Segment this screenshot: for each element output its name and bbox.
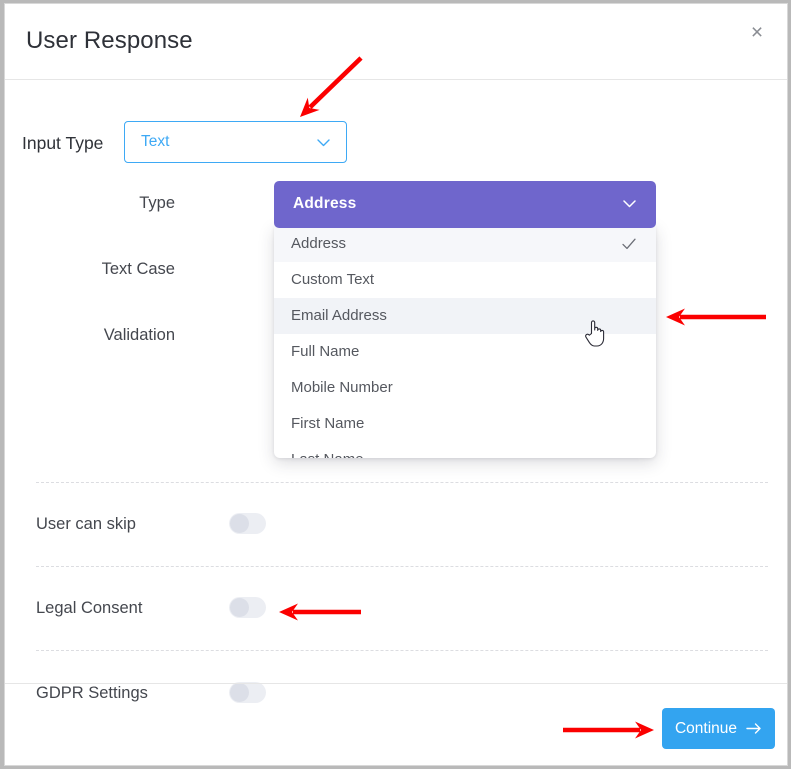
dialog-header: User Response × <box>5 4 787 80</box>
type-select-value: Address <box>293 195 357 212</box>
dropdown-option-label: Address <box>291 235 347 252</box>
dropdown-option[interactable]: Address <box>274 226 656 262</box>
validation-label: Validation <box>103 326 175 344</box>
continue-button[interactable]: Continue <box>662 708 775 749</box>
user-response-dialog: User Response × Input Type Text Type Tex… <box>4 3 788 766</box>
dropdown-option-label: Full Name <box>291 343 360 360</box>
dropdown-option-label: Mobile Number <box>291 379 393 396</box>
page-title: User Response <box>26 27 193 54</box>
type-label: Type <box>139 194 175 212</box>
dropdown-option[interactable]: Last Name <box>274 442 656 458</box>
user-can-skip-label: User can skip <box>36 515 136 533</box>
text-case-label: Text Case <box>101 260 175 278</box>
close-icon[interactable]: × <box>744 19 770 45</box>
divider <box>36 566 768 567</box>
dropdown-option[interactable]: Email Address <box>274 298 656 334</box>
input-type-label: Input Type <box>22 133 104 153</box>
dropdown-option[interactable]: First Name <box>274 406 656 442</box>
chevron-down-icon <box>623 200 636 208</box>
dropdown-option-label: First Name <box>291 415 365 432</box>
dialog-footer: Continue <box>5 683 787 765</box>
divider <box>36 650 768 651</box>
type-select[interactable]: Address <box>274 181 656 228</box>
dropdown-option[interactable]: Mobile Number <box>274 370 656 406</box>
arrow-right-icon <box>746 723 761 734</box>
check-icon <box>622 238 636 250</box>
dropdown-option[interactable]: Full Name <box>274 334 656 370</box>
input-type-select[interactable]: Text <box>124 121 347 163</box>
legal-consent-label: Legal Consent <box>36 599 143 617</box>
user-can-skip-toggle[interactable] <box>229 513 266 534</box>
continue-button-label: Continue <box>674 719 738 737</box>
dropdown-option-label: Last Name <box>291 451 364 458</box>
dropdown-option[interactable]: Custom Text <box>274 262 656 298</box>
dropdown-option-label: Custom Text <box>291 271 375 288</box>
legal-consent-toggle[interactable] <box>229 597 266 618</box>
dropdown-option-label: Email Address <box>291 307 387 324</box>
input-type-value: Text <box>141 133 170 150</box>
type-dropdown-list[interactable]: Address Custom Text Email Address Full Name… <box>274 226 656 458</box>
dialog-body: Input Type Text Type Text Case Validatio… <box>5 81 787 703</box>
divider <box>36 482 768 483</box>
chevron-down-icon <box>317 139 330 147</box>
